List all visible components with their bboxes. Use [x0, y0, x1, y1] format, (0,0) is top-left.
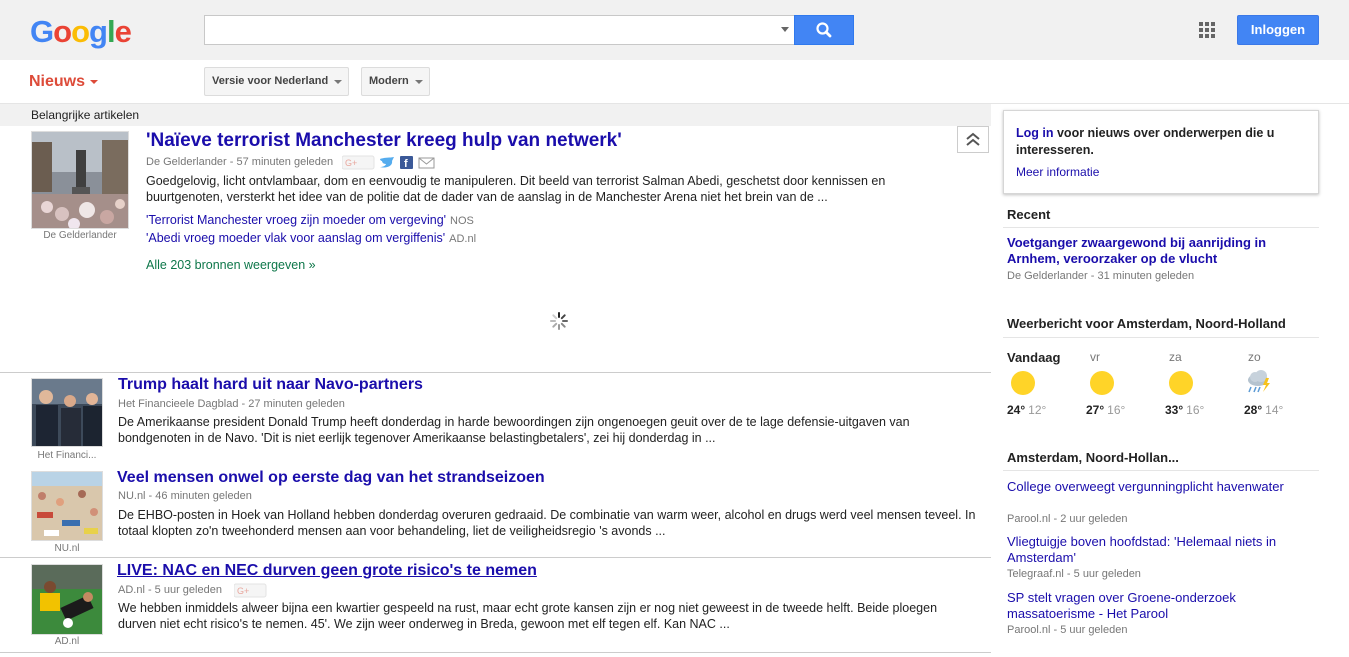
story-image-source[interactable]: Het Financi... — [31, 450, 103, 461]
story-snippet: De Amerikaanse president Donald Trump he… — [118, 415, 910, 445]
weather-heading[interactable]: Weerbericht voor Amsterdam, Noord-Hollan… — [1007, 316, 1286, 331]
story-thumbnail[interactable] — [31, 564, 103, 635]
edition-label: Versie voor Nederland — [212, 75, 329, 87]
local-article-meta: Parool.nl - 5 uur geleden — [1007, 624, 1128, 636]
search-dropdown-caret-icon[interactable] — [781, 27, 789, 32]
weather-temp: 28° 14° — [1244, 403, 1283, 417]
related-article-source: AD.nl — [449, 233, 477, 245]
divider — [0, 372, 991, 373]
svg-text:G+: G+ — [237, 586, 249, 596]
weather-high: 33° — [1165, 403, 1184, 417]
view-mode-label: Modern — [369, 75, 409, 87]
weather-low: 14° — [1265, 403, 1284, 417]
chevron-down-icon — [334, 80, 343, 84]
story-title[interactable]: Veel mensen onwel op eerste dag van het … — [117, 469, 545, 487]
story-thumbnail[interactable] — [31, 378, 103, 447]
local-news-heading[interactable]: Amsterdam, Noord-Hollan... — [1007, 450, 1179, 465]
top-story-snippet: Goedgelovig, licht ontvlambaar, dom en e… — [146, 174, 886, 204]
weather-day: vr — [1090, 350, 1100, 364]
search-input[interactable] — [204, 15, 795, 45]
weather-low: 16° — [1186, 403, 1205, 417]
story-snippet: We hebben inmiddels alweer bijna een kwa… — [118, 601, 938, 631]
divider — [1003, 337, 1319, 338]
more-info-link[interactable]: Meer informatie — [1016, 165, 1306, 179]
recent-article-link[interactable]: Voetganger zwaargewond bij aanrijding in… — [1007, 235, 1317, 267]
top-bar: Google Inloggen — [0, 0, 1349, 60]
related-article[interactable]: 'Terrorist Manchester vroeg zijn moeder … — [146, 213, 474, 227]
related-article-source: NOS — [450, 215, 474, 227]
related-article-title[interactable]: 'Abedi vroeg moeder vlak voor aanslag om… — [146, 231, 445, 245]
top-story-image-source[interactable]: De Gelderlander — [31, 230, 129, 241]
top-story-thumbnail[interactable] — [31, 131, 129, 229]
local-article-link[interactable]: SP stelt vragen over Groene-onderzoek ma… — [1007, 590, 1317, 622]
local-article-meta: Telegraaf.nl - 5 uur geleden — [1007, 568, 1141, 580]
section-header: Belangrijke artikelen — [0, 104, 991, 126]
loading-spinner-icon — [550, 312, 568, 333]
beach-photo — [32, 472, 102, 540]
related-article-title[interactable]: 'Terrorist Manchester vroeg zijn moeder … — [146, 213, 446, 227]
recent-heading: Recent — [1007, 207, 1051, 222]
weather-low: 16° — [1107, 403, 1126, 417]
apps-grid-icon[interactable] — [1199, 22, 1215, 38]
view-mode-dropdown[interactable]: Modern — [361, 67, 430, 96]
divider — [0, 652, 991, 653]
news-section-label: Nieuws — [29, 73, 86, 90]
search-icon — [816, 22, 832, 38]
top-story-title[interactable]: 'Naïeve terrorist Manchester kreeg hulp … — [146, 130, 622, 152]
weather-high: 24° — [1007, 403, 1026, 417]
divider — [1003, 470, 1319, 471]
login-prompt-card: Log in voor nieuws over onderwerpen die … — [1003, 110, 1319, 194]
weather-high: 27° — [1086, 403, 1105, 417]
google-plus-share-icon[interactable]: G+ — [233, 583, 268, 601]
all-sources-link[interactable]: Alle 203 bronnen weergeven » — [146, 258, 316, 272]
chevron-down-icon — [414, 80, 423, 84]
search-button[interactable] — [794, 15, 854, 45]
story-title[interactable]: LIVE: NAC en NEC durven geen grote risic… — [117, 562, 537, 580]
weather-temp: 27° 16° — [1086, 403, 1125, 417]
edition-dropdown[interactable]: Versie voor Nederland — [204, 67, 350, 96]
local-article-link[interactable]: Vliegtuigje boven hoofdstad: 'Helemaal n… — [1007, 534, 1317, 566]
trump-photo — [32, 379, 102, 446]
top-story-meta: De Gelderlander - 57 minuten geleden — [146, 156, 334, 168]
memorial-photo — [32, 132, 128, 228]
svg-text:G+: G+ — [345, 158, 357, 168]
story-image-source[interactable]: NU.nl — [31, 543, 103, 554]
google-logo[interactable]: Google — [30, 14, 132, 50]
divider — [1003, 227, 1319, 228]
story-meta: Het Financieele Dagblad - 27 minuten gel… — [118, 398, 345, 410]
share-icons: G+ f — [341, 155, 437, 173]
story-thumbnail[interactable] — [31, 471, 103, 541]
weather-low: 12° — [1028, 403, 1047, 417]
sun-icon — [1090, 371, 1114, 395]
divider — [0, 557, 991, 558]
news-section-menu[interactable]: Nieuws — [29, 73, 99, 91]
local-article-link[interactable]: College overweegt vergunningplicht haven… — [1007, 479, 1317, 495]
thunderstorm-icon — [1245, 368, 1275, 399]
story-title[interactable]: Trump haalt hard uit naar Navo-partners — [118, 376, 423, 394]
login-prompt-text: voor nieuws over onderwerpen die u inter… — [1016, 126, 1275, 157]
double-chevron-up-icon — [966, 132, 980, 146]
weather-temp: 33° 16° — [1165, 403, 1204, 417]
weather-day: Vandaag — [1007, 350, 1061, 365]
weather-day: zo — [1248, 350, 1261, 364]
football-photo — [32, 565, 102, 634]
weather-temp: 24° 12° — [1007, 403, 1046, 417]
story-meta: NU.nl - 46 minuten geleden — [118, 490, 252, 502]
story-meta: AD.nl - 5 uur geleden — [118, 584, 222, 596]
sun-icon — [1169, 371, 1193, 395]
local-article-meta: Parool.nl - 2 uur geleden — [1007, 513, 1128, 525]
sun-icon — [1011, 371, 1035, 395]
weather-high: 28° — [1244, 403, 1263, 417]
svg-text:f: f — [404, 158, 408, 170]
login-link[interactable]: Log in — [1016, 126, 1054, 140]
login-button[interactable]: Inloggen — [1237, 15, 1319, 45]
recent-article-meta: De Gelderlander - 31 minuten geleden — [1007, 270, 1195, 282]
story-snippet: De EHBO-posten in Hoek van Holland hebbe… — [118, 508, 976, 538]
weather-day: za — [1169, 350, 1182, 364]
chevron-down-icon — [90, 79, 99, 84]
related-article[interactable]: 'Abedi vroeg moeder vlak voor aanslag om… — [146, 231, 476, 245]
collapse-button[interactable] — [957, 126, 989, 153]
story-image-source[interactable]: AD.nl — [31, 636, 103, 647]
section-title: Belangrijke artikelen — [31, 108, 140, 122]
